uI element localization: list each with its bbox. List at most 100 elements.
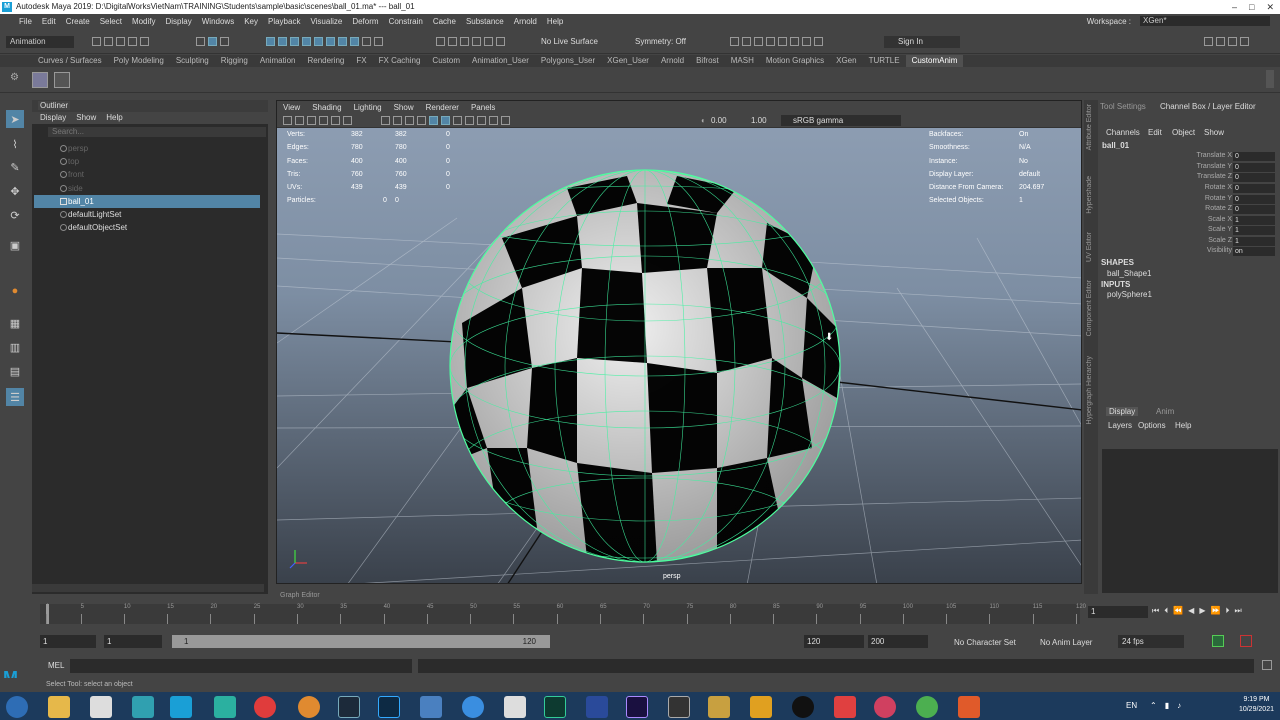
play-back-icon[interactable]: ◀ — [1188, 606, 1194, 616]
outliner-title[interactable]: Outliner — [38, 101, 71, 110]
select-camera-icon[interactable] — [283, 116, 292, 125]
play-render-icon[interactable] — [802, 37, 811, 46]
menu-file[interactable]: File — [14, 17, 37, 26]
mel-label[interactable]: MEL — [48, 661, 64, 670]
four-view-icon[interactable]: ▥ — [6, 338, 24, 356]
snap-grid-icon[interactable] — [436, 37, 445, 46]
menu-create[interactable]: Create — [61, 17, 95, 26]
taskbar-clock[interactable]: 9:19 PM 10/29/2021 — [1239, 695, 1274, 715]
xray-icon[interactable] — [501, 116, 510, 125]
anim-start-field[interactable]: 1 — [40, 635, 96, 648]
minimize-button[interactable]: – — [1232, 0, 1237, 14]
vp-menu-lighting[interactable]: Lighting — [354, 101, 382, 114]
outliner-item-ball01[interactable]: ball_01 — [34, 195, 260, 208]
move-tool-icon[interactable]: ✥ — [6, 182, 24, 200]
menu-substance[interactable]: Substance — [461, 17, 509, 26]
side-tab-uv-editor[interactable]: UV Editor — [1086, 232, 1093, 262]
menu-help[interactable]: Help — [542, 17, 568, 26]
hypershade-icon[interactable] — [778, 37, 787, 46]
anim-end-field[interactable]: 200 — [868, 635, 928, 648]
workspace-select[interactable]: XGen* — [1140, 16, 1270, 26]
layer-menu-help[interactable]: Help — [1175, 421, 1191, 430]
live-surface-label[interactable]: No Live Surface — [541, 37, 598, 46]
taskbar-app-icon[interactable] — [504, 696, 526, 718]
taskbar-app-icon[interactable] — [874, 696, 896, 718]
outliner-menu-help[interactable]: Help — [106, 112, 122, 124]
time-slider[interactable]: Graph Editor 1 5 10 15 20 25 30 35 40 45 50 55 60 65 7… — [0, 592, 1280, 630]
arnold-render-icon[interactable] — [790, 37, 799, 46]
mask-dynamics-icon[interactable] — [326, 37, 335, 46]
shelf-tab[interactable]: Custom — [426, 55, 466, 67]
shelf-tab[interactable]: Bifrost — [690, 55, 725, 67]
shelf-script-icon[interactable] — [32, 72, 48, 88]
shelf-tab-active[interactable]: CustomAnim — [905, 55, 964, 67]
playback-end-field[interactable]: 120 — [804, 635, 864, 648]
range-slider[interactable]: 1 120 — [172, 635, 550, 648]
outliner-menu-show[interactable]: Show — [76, 112, 96, 124]
taskbar-app-icon[interactable] — [254, 696, 276, 718]
mask-handles-icon[interactable] — [266, 37, 275, 46]
taskbar-app-icon[interactable] — [834, 696, 856, 718]
select-component-icon[interactable] — [220, 37, 229, 46]
taskbar-app-icon[interactable] — [586, 696, 608, 718]
scale-tool-icon[interactable]: ▣ — [6, 236, 24, 254]
cb-attr-value[interactable]: 1 — [1233, 237, 1275, 246]
symmetry-label[interactable]: Symmetry: Off — [635, 37, 686, 46]
camera-attributes-icon[interactable] — [295, 116, 304, 125]
shelf-tab[interactable]: XGen_User — [601, 55, 655, 67]
isolate-select-icon[interactable] — [489, 116, 498, 125]
vp-menu-renderer[interactable]: Renderer — [426, 101, 459, 114]
taskbar-app-icon[interactable] — [792, 696, 814, 718]
shelf-settings-icon[interactable]: ⚙ — [10, 72, 19, 83]
cb-menu-edit[interactable]: Edit — [1148, 128, 1162, 137]
outliner-item-lightset[interactable]: defaultLightSet — [34, 208, 260, 221]
menu-select[interactable]: Select — [95, 17, 127, 26]
snap-point-icon[interactable] — [460, 37, 469, 46]
cb-attr-value[interactable]: 0 — [1233, 152, 1275, 161]
render-view-icon[interactable] — [730, 37, 739, 46]
mask-render-icon[interactable] — [338, 37, 347, 46]
vp-menu-panels[interactable]: Panels — [471, 101, 495, 114]
toggle-modeling-toolkit-icon[interactable] — [1204, 37, 1213, 46]
outliner-item-top[interactable]: top — [34, 155, 260, 168]
snap-projected-icon[interactable] — [472, 37, 481, 46]
paint-select-icon[interactable]: ✎ — [6, 158, 24, 176]
snap-curve-icon[interactable] — [448, 37, 457, 46]
shelf-tab[interactable]: Poly Modeling — [108, 55, 170, 67]
mask-deform-icon[interactable] — [314, 37, 323, 46]
outliner-search-input[interactable]: Search... — [48, 127, 266, 137]
cb-attr-value[interactable]: 1 — [1233, 226, 1275, 235]
cb-object-name[interactable]: ball_01 — [1102, 141, 1129, 150]
menu-visualize[interactable]: Visualize — [305, 17, 347, 26]
cb-menu-object[interactable]: Object — [1172, 128, 1195, 137]
pause-render-icon[interactable] — [814, 37, 823, 46]
select-object-icon[interactable] — [208, 37, 217, 46]
go-start-icon[interactable]: ⏮ — [1152, 606, 1159, 616]
render-settings-icon[interactable] — [766, 37, 775, 46]
snap-surface-icon[interactable] — [484, 37, 493, 46]
lightroom-icon[interactable] — [338, 696, 360, 718]
ambient-occlusion-icon[interactable] — [453, 116, 462, 125]
shelf-tab[interactable]: TURTLE — [863, 55, 906, 67]
side-tab-hypershade[interactable]: Hypershade — [1086, 176, 1093, 214]
menuset-dropdown[interactable]: Animation — [6, 36, 74, 48]
shelf-tab[interactable]: Curves / Surfaces — [32, 55, 108, 67]
cb-input-name[interactable]: polySphere1 — [1107, 290, 1152, 299]
taskbar-app-icon[interactable] — [668, 696, 690, 718]
layer-tab-display[interactable]: Display — [1106, 407, 1139, 416]
side-tab-hypergraph[interactable]: Hypergraph Hierarchy — [1086, 356, 1093, 424]
outliner-menu-display[interactable]: Display — [40, 112, 66, 124]
smooth-shade-icon[interactable] — [393, 116, 402, 125]
ipr-render-icon[interactable] — [754, 37, 763, 46]
snap-live-icon[interactable] — [496, 37, 505, 46]
shelf-tab[interactable]: FX — [350, 55, 372, 67]
menu-deform[interactable]: Deform — [347, 17, 383, 26]
tab-tool-settings[interactable]: Tool Settings — [1100, 102, 1146, 111]
taskbar-app-icon[interactable] — [958, 696, 980, 718]
shelf-tab[interactable]: Rigging — [215, 55, 254, 67]
key-settings-icon[interactable] — [1240, 635, 1252, 647]
shelf-tab[interactable]: Polygons_User — [535, 55, 601, 67]
tray-expand-icon[interactable]: ⌃ — [1150, 701, 1157, 710]
mask-surfaces-icon[interactable] — [302, 37, 311, 46]
cb-attr-value[interactable]: 0 — [1233, 184, 1275, 193]
